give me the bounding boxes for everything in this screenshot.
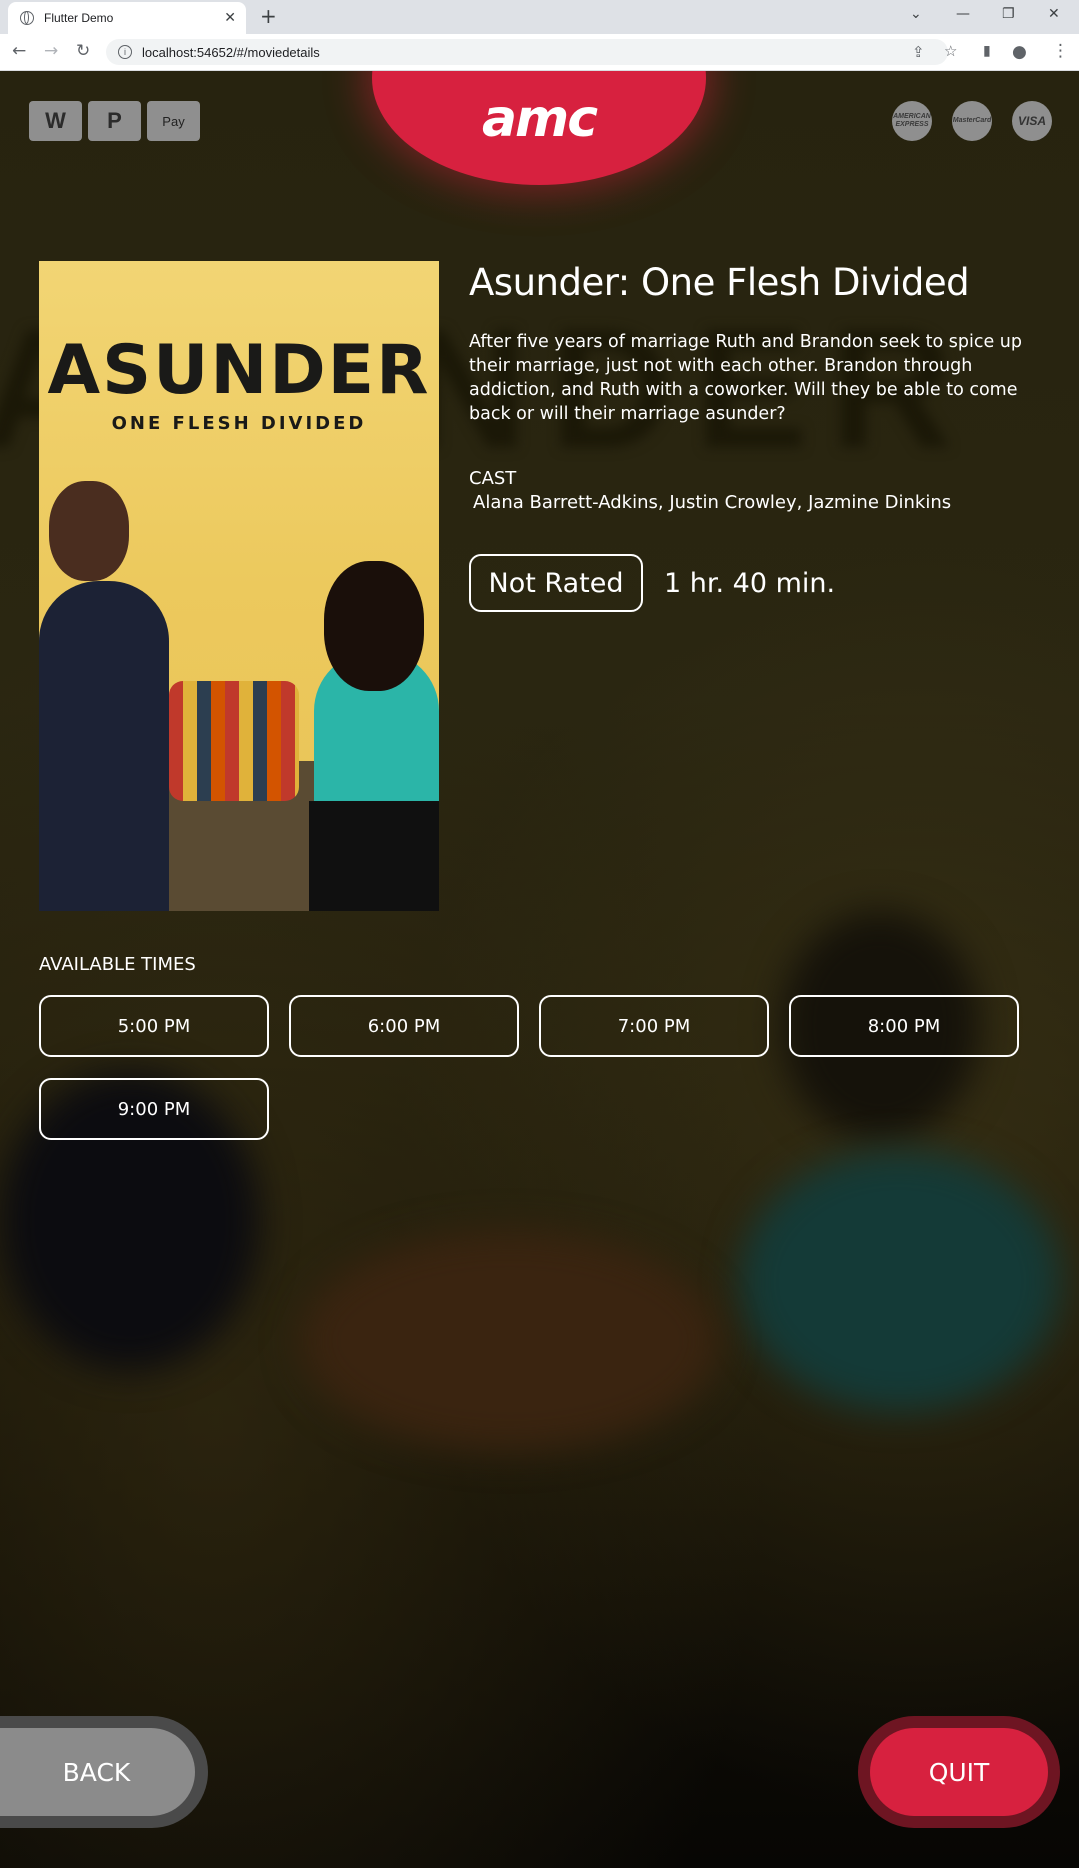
side-panel-icon[interactable]: ▮: [983, 43, 991, 59]
wallet-card-icon: W: [29, 101, 82, 141]
showtime-button[interactable]: 8:00 PM: [789, 995, 1019, 1057]
poster-subtitle: ONE FLESH DIVIDED: [111, 413, 367, 434]
poster-man-head: [49, 481, 129, 581]
poster-woman-skirt: [309, 801, 439, 911]
cast-label: CAST: [469, 468, 517, 489]
back-arrow-icon[interactable]: ←: [12, 41, 26, 61]
tab-search-icon[interactable]: ⌄: [910, 6, 922, 22]
showtime-button[interactable]: 5:00 PM: [39, 995, 269, 1057]
site-info-icon[interactable]: i: [118, 45, 132, 59]
poster-man: [39, 581, 169, 911]
back-button[interactable]: BACK: [0, 1728, 195, 1816]
available-times-label: AVAILABLE TIMES: [39, 954, 196, 975]
browser-toolbar: ← → ↻ i localhost:54652/#/moviedetails ⇪…: [0, 34, 1079, 71]
showtime-button[interactable]: 7:00 PM: [539, 995, 769, 1057]
share-icon[interactable]: ⇪: [912, 43, 925, 61]
poster-pillow: [169, 681, 299, 801]
amc-logo: amc: [481, 89, 598, 149]
profile-avatar-icon[interactable]: ●: [1012, 42, 1027, 62]
poster-woman-head: [324, 561, 424, 691]
address-bar[interactable]: i localhost:54652/#/moviedetails ⇪ ☆: [106, 39, 957, 65]
tab-title: Flutter Demo: [44, 11, 114, 25]
paypal-card-icon: P: [88, 101, 141, 141]
restore-button[interactable]: ❐: [1002, 6, 1015, 22]
showtime-button[interactable]: 6:00 PM: [289, 995, 519, 1057]
movie-poster: ASUNDER ONE FLESH DIVIDED: [39, 261, 439, 911]
url-text[interactable]: localhost:54652/#/moviedetails: [142, 45, 320, 60]
background-blur-shape: [300, 1231, 720, 1451]
rating-badge: Not Rated: [469, 554, 643, 612]
cast-names: Alana Barrett-Adkins, Justin Crowley, Ja…: [473, 492, 952, 513]
apple-pay-label: Pay: [162, 113, 185, 129]
close-window-button[interactable]: ✕: [1048, 6, 1060, 22]
mastercard-icon: MasterCard: [952, 101, 992, 141]
runtime: 1 hr. 40 min.: [664, 568, 836, 599]
poster-title: ASUNDER: [47, 331, 431, 410]
menu-kebab-icon[interactable]: ⋮: [1052, 41, 1069, 61]
bookmark-star-icon[interactable]: ☆: [944, 42, 957, 60]
new-tab-button[interactable]: +: [260, 4, 277, 28]
payment-methods-left: W P Pay: [29, 101, 200, 141]
background-blur-shape: [740, 1151, 1060, 1411]
visa-icon: VISA: [1012, 101, 1052, 141]
apple-pay-card: Pay: [147, 101, 200, 141]
amex-icon: AMERICAN EXPRESS: [892, 101, 932, 141]
reload-icon[interactable]: ↻: [76, 41, 90, 61]
forward-arrow-icon[interactable]: →: [44, 41, 58, 61]
browser-tab-bar: Flutter Demo ✕ + ⌄ — ❐ ✕: [0, 0, 1079, 34]
movie-title: Asunder: One Flesh Divided: [469, 261, 970, 304]
minimize-button[interactable]: —: [956, 6, 970, 22]
globe-icon: [20, 11, 34, 25]
movie-details-screen: ASUNDER W P Pay amc AMERICAN EXPRESS Mas…: [0, 71, 1079, 1868]
movie-synopsis: After five years of marriage Ruth and Br…: [469, 332, 1022, 424]
amc-logo-disc: amc: [372, 71, 706, 185]
showtime-button[interactable]: 9:00 PM: [39, 1078, 269, 1140]
payment-methods-right: AMERICAN EXPRESS MasterCard VISA: [892, 101, 1052, 141]
browser-tab[interactable]: Flutter Demo ✕: [8, 2, 246, 34]
quit-button[interactable]: QUIT: [870, 1728, 1048, 1816]
tab-close-icon[interactable]: ✕: [224, 10, 236, 26]
